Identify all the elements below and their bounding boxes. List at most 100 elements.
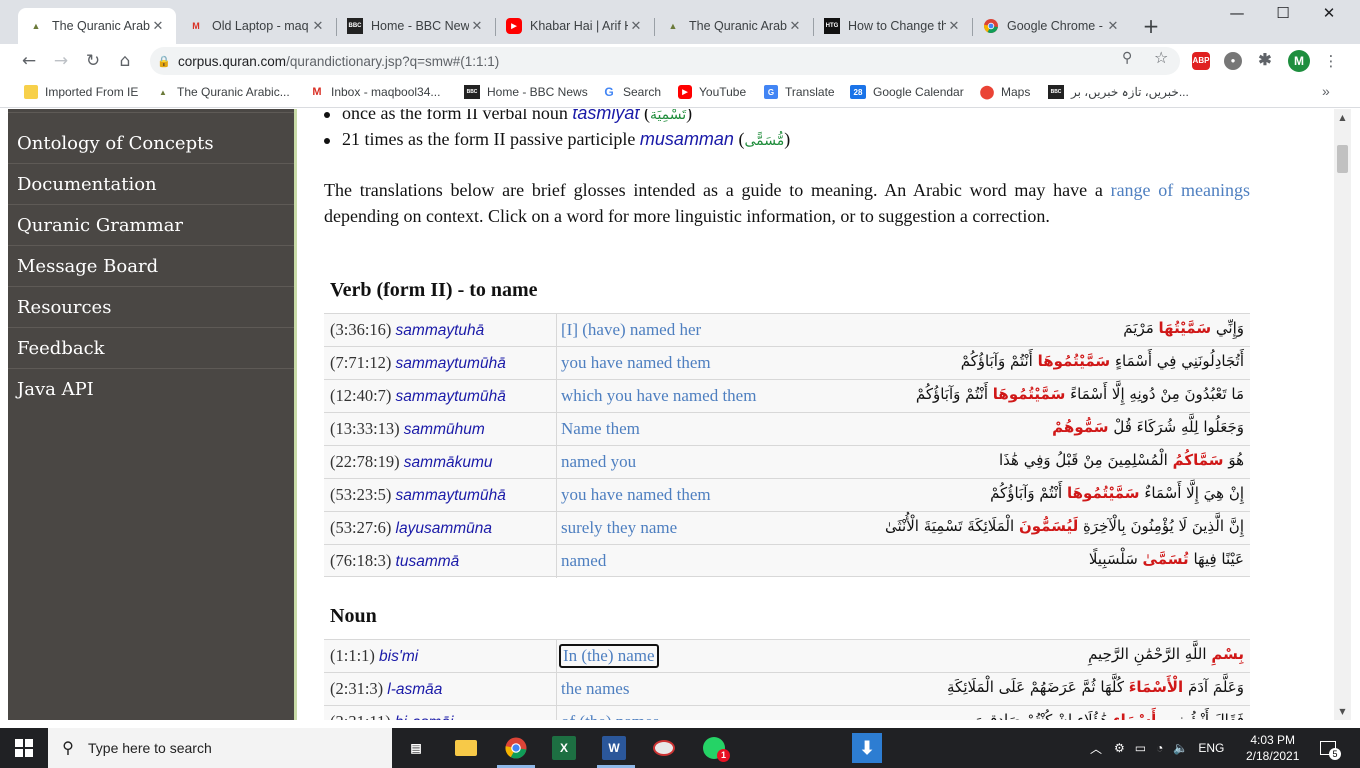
transliteration-link[interactable]: sammaytuhā xyxy=(396,322,485,339)
bookmark-quranic-arabic[interactable]: ▲ The Quranic Arabic... xyxy=(156,85,290,99)
verse-reference[interactable]: (2:31:3) l-asmāa xyxy=(330,679,442,699)
highlighted-word[interactable]: الْأَسْمَاءَ xyxy=(1129,678,1183,696)
arabic-verse[interactable]: وَجَعَلُوا لِلَّهِ شُرَكَاءَ قُلْ سَمُّو… xyxy=(1052,418,1244,436)
close-window-button[interactable]: ✕ xyxy=(1306,4,1352,22)
sidebar-item-quranic-grammar[interactable]: Quranic Grammar xyxy=(8,206,294,246)
gloss-link[interactable]: named you xyxy=(561,452,636,472)
sidebar-item-documentation[interactable]: Documentation xyxy=(8,165,294,205)
close-icon[interactable]: ✕ xyxy=(946,18,962,34)
bookmark-imported-from-ie[interactable]: Imported From IE xyxy=(24,85,138,99)
whatsapp-icon[interactable]: 1 xyxy=(700,734,730,762)
transliteration-link[interactable]: sammūhum xyxy=(404,421,485,438)
sidebar-item-message-board[interactable]: Message Board xyxy=(8,247,294,287)
close-icon[interactable]: ✕ xyxy=(1105,18,1121,34)
highlighted-word[interactable]: سَمَّيْتُهَا xyxy=(1159,319,1212,337)
verse-reference[interactable]: (53:23:5) sammaytumūhā xyxy=(330,485,506,505)
table-row[interactable]: (53:23:5) sammaytumūhā you have named the… xyxy=(324,478,1250,512)
excel-icon[interactable]: X xyxy=(552,736,576,760)
transliteration-link[interactable]: bis'mi xyxy=(379,648,418,665)
close-icon[interactable]: ✕ xyxy=(310,18,326,34)
verse-reference[interactable]: (13:33:13) sammūhum xyxy=(330,419,485,439)
highlighted-word[interactable]: بِأَسْمَاءِ xyxy=(1113,711,1162,720)
gloss-link[interactable]: named xyxy=(561,551,606,571)
verse-reference[interactable]: (2:31:11) bi-asmāi xyxy=(330,712,454,720)
speaker-icon[interactable]: 🔈 xyxy=(1173,741,1188,755)
bookmark-inbox[interactable]: M Inbox - maqbool34... xyxy=(310,85,440,99)
sidebar-item-java-api[interactable]: Java API xyxy=(8,370,294,410)
arabic-verse[interactable]: فَقَالَ أَنْبِئُونِي بِأَسْمَاءِ هَٰؤُلَ… xyxy=(974,711,1244,720)
tab-bbc-news[interactable]: BBC Home - BBC New ✕ xyxy=(337,8,495,44)
gloss-link[interactable]: Name them xyxy=(561,419,640,439)
gloss-link[interactable]: of (the) names xyxy=(561,712,659,720)
download-arrow-icon[interactable]: ⬇ xyxy=(852,733,882,763)
home-button[interactable]: ⌂ xyxy=(114,50,136,72)
chevron-up-icon[interactable]: ︿ xyxy=(1090,740,1102,757)
arabic-verse[interactable]: أَتُجَادِلُونَنِي فِي أَسْمَاءٍ سَمَّيْت… xyxy=(961,352,1244,370)
profile-avatar[interactable]: M xyxy=(1288,50,1310,72)
battery-icon[interactable]: ▭ xyxy=(1135,741,1146,755)
table-row[interactable]: (2:31:11) bi-asmāi of (the) names فَقَالَ … xyxy=(324,705,1250,720)
arabic-verse[interactable]: إِنْ هِيَ إِلَّا أَسْمَاءٌ سَمَّيْتُمُوه… xyxy=(990,484,1244,502)
verse-reference[interactable]: (76:18:3) tusammā xyxy=(330,551,459,571)
tab-quranic-arabic-2[interactable]: ▲ The Quranic Arab ✕ xyxy=(655,8,813,44)
tab-quranic-arabic-active[interactable]: ▲ The Quranic Arab ✕ xyxy=(18,8,176,44)
bookmark-bbc-news[interactable]: BBC Home - BBC News xyxy=(464,85,588,99)
transliteration-link[interactable]: sammākumu xyxy=(404,454,493,471)
highlighted-word[interactable]: سَمُّوهُمْ xyxy=(1052,418,1108,436)
tab-gmail[interactable]: M Old Laptop - maq ✕ xyxy=(178,8,336,44)
bookmark-google-calendar[interactable]: 28 Google Calendar xyxy=(850,85,964,99)
scrollbar-thumb[interactable] xyxy=(1337,145,1348,173)
zoom-icon[interactable]: ⚲ xyxy=(1122,50,1132,66)
arabic-verse[interactable]: إِنَّ الَّذِينَ لَا يُؤْمِنُونَ بِالْآخِ… xyxy=(885,517,1244,535)
word-icon[interactable]: W xyxy=(602,736,626,760)
arabic-verse[interactable]: هُوَ سَمَّاكُمُ الْمُسْلِمِينَ مِنْ قَبْ… xyxy=(999,451,1244,469)
forward-button[interactable]: → xyxy=(50,50,72,72)
gloss-link[interactable]: [I] (have) named her xyxy=(561,320,701,340)
highlighted-word[interactable]: سَمَّاكُمُ xyxy=(1173,451,1224,469)
gloss-link[interactable]: In (the) name xyxy=(559,644,659,668)
sidebar-item-ontology[interactable]: Ontology of Concepts xyxy=(8,124,294,164)
address-bar[interactable]: 🔒 corpus.quran.com /qurandictionary.jsp?… xyxy=(150,47,1180,75)
close-icon[interactable]: ✕ xyxy=(150,18,166,34)
clock[interactable]: 4:03 PM 2/18/2021 xyxy=(1246,728,1299,768)
verse-reference[interactable]: (1:1:1) bis'mi xyxy=(330,646,418,666)
highlighted-word[interactable]: بِسْمِ xyxy=(1211,645,1244,663)
taskbar-search[interactable]: ⚲ Type here to search xyxy=(48,728,392,768)
arabic-verse[interactable]: وَعَلَّمَ آدَمَ الْأَسْمَاءَ كُلَّهَا ثُ… xyxy=(947,678,1244,696)
gloss-link[interactable]: you have named them xyxy=(561,353,711,373)
arabic-verse[interactable]: وَإِنِّي سَمَّيْتُهَا مَرْيَمَ xyxy=(1123,319,1244,337)
gloss-link[interactable]: the names xyxy=(561,679,629,699)
transliteration-link[interactable]: sammaytumūhā xyxy=(396,487,506,504)
verse-reference[interactable]: (3:36:16) sammaytuhā xyxy=(330,320,484,340)
bookmark-search[interactable]: G Search xyxy=(602,85,661,99)
puzzle-icon[interactable]: ✱ xyxy=(1256,52,1274,70)
close-icon[interactable]: ✕ xyxy=(628,18,644,34)
new-tab-button[interactable]: + xyxy=(1140,14,1162,38)
back-button[interactable]: ← xyxy=(18,50,40,72)
translit-link[interactable]: tasmiyat xyxy=(572,109,639,123)
maximize-button[interactable]: ☐ xyxy=(1260,4,1306,22)
transliteration-link[interactable]: l-asmāa xyxy=(387,681,442,698)
chrome-taskbar-icon[interactable] xyxy=(502,734,530,762)
table-row[interactable]: (22:78:19) sammākumu named you هُوَ سَمَّا… xyxy=(324,445,1250,479)
arabic-verse[interactable]: مَا تَعْبُدُونَ مِنْ دُونِهِ إِلَّا أَسْ… xyxy=(916,385,1244,403)
verse-reference[interactable]: (22:78:19) sammākumu xyxy=(330,452,493,472)
arabic-verse[interactable]: عَيْنًا فِيهَا تُسَمَّىٰ سَلْسَبِيلًا xyxy=(1089,550,1244,568)
highlighted-word[interactable]: لَيُسَمُّونَ xyxy=(1019,517,1078,535)
transliteration-link[interactable]: sammaytumūhā xyxy=(396,388,506,405)
highlighted-word[interactable]: سَمَّيْتُمُوهَا xyxy=(1067,484,1140,502)
sidebar-item-resources[interactable]: Resources xyxy=(8,288,294,328)
bookmark-translate[interactable]: G Translate xyxy=(764,85,835,99)
table-row[interactable]: (1:1:1) bis'mi In (the) name بِسْمِ اللَّ… xyxy=(324,639,1250,673)
transliteration-link[interactable]: layusammūna xyxy=(396,520,493,537)
file-explorer-icon[interactable] xyxy=(452,734,480,762)
paint-icon[interactable] xyxy=(650,734,678,762)
close-icon[interactable]: ✕ xyxy=(787,18,803,34)
table-row[interactable]: (13:33:13) sammūhum Name them وَجَعَلُوا ل… xyxy=(324,412,1250,446)
close-icon[interactable]: ✕ xyxy=(469,18,485,34)
task-view-icon[interactable]: ▤ xyxy=(402,734,430,762)
gloss-link[interactable]: surely they name xyxy=(561,518,677,538)
adblock-plus-icon[interactable]: ABP xyxy=(1192,52,1210,70)
highlighted-word[interactable]: سَمَّيْتُمُوهَا xyxy=(993,385,1066,403)
table-row[interactable]: (3:36:16) sammaytuhā [I] (have) named her… xyxy=(324,313,1250,347)
